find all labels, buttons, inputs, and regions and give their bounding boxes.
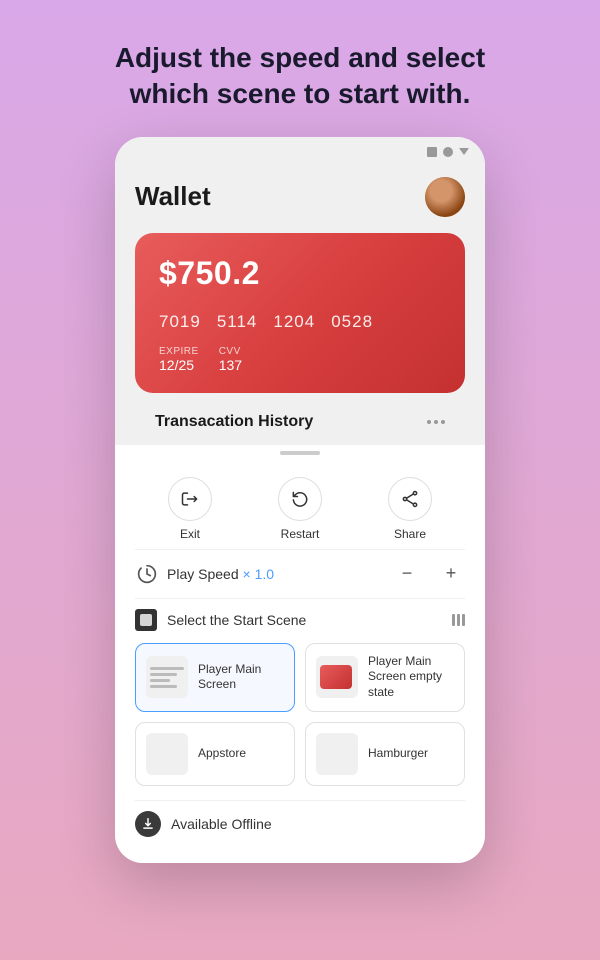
wallet-title: Wallet [135, 181, 211, 212]
speed-controls: − + [393, 560, 465, 588]
scene-item-player-main[interactable]: Player Main Screen [135, 643, 295, 712]
cvv-label: CVV [219, 346, 242, 357]
expire-label: EXPIRE [159, 346, 199, 357]
speed-icon [135, 562, 159, 586]
scene-item-hamburger[interactable]: Hamburger [305, 722, 465, 786]
speed-increase-button[interactable]: + [437, 560, 465, 588]
cvv-detail: CVV 137 [219, 346, 242, 373]
card-balance: $750.2 [159, 255, 441, 292]
scene-name-hamburger: Hamburger [368, 746, 428, 762]
cvv-value: 137 [219, 357, 242, 373]
card-num-3: 1204 [273, 312, 315, 332]
topbar-square-icon [427, 147, 437, 157]
card-num-4: 0528 [331, 312, 373, 332]
scene-thumb-player-main [146, 656, 188, 698]
scroll-indicator [115, 445, 485, 461]
avatar-image [425, 177, 465, 217]
restart-label: Restart [281, 527, 320, 541]
scene-select-label: Select the Start Scene [167, 612, 452, 628]
topbar-circle-icon [443, 147, 453, 157]
card-num-2: 5114 [217, 312, 258, 332]
scene-thumb-player-empty [316, 656, 358, 698]
transaction-header: Transacation History [135, 413, 465, 445]
offline-row: Available Offline [135, 800, 465, 847]
wallet-screen: Wallet $750.2 7019 5114 1204 0528 EXPIRE… [115, 161, 485, 445]
card-number: 7019 5114 1204 0528 [159, 312, 441, 332]
restart-button[interactable]: Restart [278, 477, 322, 541]
headline-line2: which scene to start with. [130, 78, 471, 109]
wallet-header: Wallet [135, 177, 465, 217]
exit-label: Exit [180, 527, 200, 541]
credit-card: $750.2 7019 5114 1204 0528 EXPIRE 12/25 … [135, 233, 465, 393]
scene-icon [135, 609, 157, 631]
play-speed-row: Play Speed × 1.0 − + [135, 549, 465, 598]
scene-thumb-appstore [146, 733, 188, 775]
scene-name-player-empty: Player Main Screen empty state [368, 654, 454, 701]
offline-download-icon [135, 811, 161, 837]
offline-label: Available Offline [171, 816, 272, 832]
scene-section-header: Select the Start Scene [135, 598, 465, 643]
play-speed-label: Play Speed × 1.0 [167, 566, 393, 582]
scene-name-appstore: Appstore [198, 746, 246, 762]
more-options-icon[interactable] [427, 420, 445, 424]
avatar [425, 177, 465, 217]
exit-button[interactable]: Exit [168, 477, 212, 541]
scene-name-player-main: Player Main Screen [198, 662, 284, 693]
share-icon [400, 489, 420, 509]
exit-icon [180, 489, 200, 509]
share-label: Share [394, 527, 426, 541]
card-details: EXPIRE 12/25 CVV 137 [159, 346, 441, 373]
scene-item-player-empty[interactable]: Player Main Screen empty state [305, 643, 465, 712]
card-num-1: 7019 [159, 312, 201, 332]
headline: Adjust the speed and select which scene … [65, 0, 535, 137]
action-row: Exit Restart Share [135, 461, 465, 549]
share-button[interactable]: Share [388, 477, 432, 541]
restart-icon [290, 489, 310, 509]
speed-decrease-button[interactable]: − [393, 560, 421, 588]
expire-value: 12/25 [159, 357, 199, 373]
scene-grid: Player Main Screen Player Main Screen em… [135, 643, 465, 786]
scene-item-appstore[interactable]: Appstore [135, 722, 295, 786]
expire-detail: EXPIRE 12/25 [159, 346, 199, 373]
scene-thumb-hamburger [316, 733, 358, 775]
topbar-chevron-icon [459, 148, 469, 155]
transaction-title: Transacation History [155, 413, 313, 431]
headline-line1: Adjust the speed and select [115, 42, 485, 73]
grid-view-icon[interactable] [452, 614, 465, 626]
phone-topbar [115, 137, 485, 161]
speed-value: × 1.0 [243, 566, 275, 582]
bottom-panel: Exit Restart Share [115, 461, 485, 863]
phone-mockup: Wallet $750.2 7019 5114 1204 0528 EXPIRE… [115, 137, 485, 863]
